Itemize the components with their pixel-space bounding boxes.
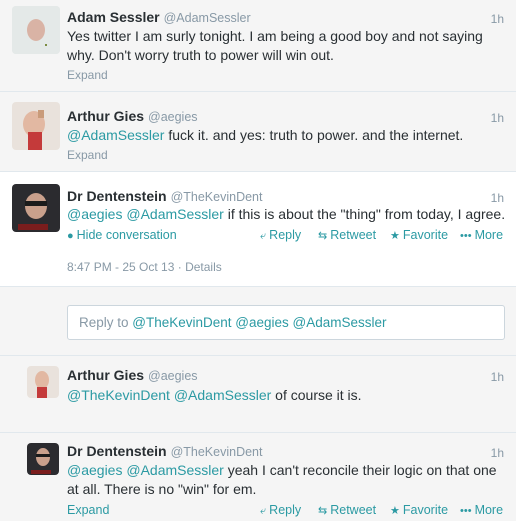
- author-handle[interactable]: @aegies: [148, 369, 198, 383]
- mention-link[interactable]: @aegies: [67, 462, 122, 478]
- ellipsis-icon: •••: [460, 505, 472, 517]
- retweet-icon: ⇆: [318, 505, 328, 517]
- author-name[interactable]: Arthur Gies @aegies: [67, 108, 198, 124]
- expand-link[interactable]: Expand: [67, 68, 108, 82]
- speech-bubble-icon: ●: [67, 230, 74, 242]
- tweet-text: @TheKevinDent @AdamSessler of course it …: [67, 386, 507, 405]
- tweet-text-line: at all. There is no "win" for em.: [67, 481, 257, 497]
- mention-link[interactable]: @AdamSessler: [126, 206, 223, 222]
- reply-prefix: Reply to: [79, 315, 133, 330]
- mention-link[interactable]: @AdamSessler: [174, 387, 271, 403]
- retweet-button[interactable]: ⇆ Retweet: [318, 503, 376, 517]
- tweet-text-body: if this is about the "thing" from today,…: [223, 206, 506, 222]
- reply-mentions: @TheKevinDent @aegies @AdamSessler: [132, 315, 387, 330]
- tweet-2[interactable]: Arthur Gies @aegies 1h @AdamSessler fuck …: [0, 92, 516, 172]
- author-name[interactable]: Adam Sessler @AdamSessler: [67, 9, 251, 25]
- retweet-button[interactable]: ⇆ Retweet: [318, 228, 376, 242]
- reply-button[interactable]: ⤶ Reply: [260, 503, 301, 518]
- tweet-text: @aegies @AdamSessler yeah I can't reconc…: [67, 461, 512, 499]
- reply-button[interactable]: ⤶ Reply: [260, 228, 301, 243]
- retweet-icon: ⇆: [318, 230, 328, 242]
- author-name[interactable]: Dr Dentenstein @TheKevinDent: [67, 188, 262, 204]
- reply-arrow-icon: ⤶: [260, 230, 267, 242]
- avatar-image: [12, 102, 60, 150]
- avatar[interactable]: [27, 366, 59, 398]
- avatar-image: [12, 6, 60, 54]
- tweet-5[interactable]: Dr Dentenstein @TheKevinDent 1h @aegies @…: [0, 433, 516, 521]
- mention-link[interactable]: @TheKevinDent: [67, 387, 170, 403]
- tweet-text-line: why. Don't worry truth to power will win…: [67, 47, 334, 63]
- tweet-time[interactable]: 1h: [491, 191, 504, 205]
- avatar[interactable]: [12, 184, 60, 232]
- favorite-button[interactable]: ★ Favorite: [390, 228, 448, 242]
- author-handle[interactable]: @TheKevinDent: [171, 190, 263, 204]
- author-name[interactable]: Dr Dentenstein @TheKevinDent: [67, 443, 262, 459]
- tweet-time[interactable]: 1h: [491, 111, 504, 125]
- tweet-text-line: @aegies @AdamSessler yeah I can't reconc…: [67, 461, 512, 480]
- timestamp-text[interactable]: 8:47 PM - 25 Oct 13: [67, 260, 174, 274]
- tweet-1[interactable]: Adam Sessler @AdamSessler 1h Yes twitter …: [0, 0, 516, 92]
- avatar[interactable]: [27, 443, 59, 475]
- avatar[interactable]: [12, 102, 60, 150]
- tweet-timestamp: 8:47 PM - 25 Oct 13 · Details: [67, 260, 222, 274]
- expand-link[interactable]: Expand: [67, 503, 109, 517]
- tweet-4[interactable]: Arthur Gies @aegies 1h @TheKevinDent @Ada…: [0, 355, 516, 433]
- avatar-image: [12, 184, 60, 232]
- tweet-text-body: of course it is.: [271, 387, 362, 403]
- tweet-time[interactable]: 1h: [491, 370, 504, 384]
- author-handle[interactable]: @AdamSessler: [164, 11, 251, 25]
- reply-arrow-icon: ⤶: [260, 505, 267, 517]
- reply-input[interactable]: Reply to @TheKevinDent @aegies @AdamSess…: [67, 305, 505, 340]
- tweet-time[interactable]: 1h: [491, 12, 504, 26]
- details-link[interactable]: Details: [185, 260, 222, 274]
- hide-conversation-link[interactable]: ● Hide conversation: [67, 228, 177, 242]
- star-icon: ★: [390, 505, 400, 517]
- author-handle[interactable]: @TheKevinDent: [171, 445, 263, 459]
- tweet-3-expanded[interactable]: Dr Dentenstein @TheKevinDent 1h @aegies @…: [0, 172, 516, 287]
- tweet-text-line: Yes twitter I am surly tonight. I am bei…: [67, 28, 483, 44]
- avatar-image: [27, 366, 59, 398]
- ellipsis-icon: •••: [460, 230, 472, 242]
- author-handle[interactable]: @aegies: [148, 110, 198, 124]
- author-name[interactable]: Arthur Gies @aegies: [67, 367, 198, 383]
- favorite-button[interactable]: ★ Favorite: [390, 503, 448, 517]
- tweet-text-body: fuck it. and yes: truth to power. and th…: [164, 127, 464, 143]
- avatar[interactable]: [12, 6, 60, 54]
- tweet-text: Yes twitter I am surly tonight. I am bei…: [67, 27, 507, 65]
- more-button[interactable]: ••• More: [460, 228, 503, 242]
- avatar-image: [27, 443, 59, 475]
- mention-link[interactable]: @aegies: [67, 206, 122, 222]
- expand-link[interactable]: Expand: [67, 148, 108, 162]
- more-button[interactable]: ••• More: [460, 503, 503, 517]
- tweet-time[interactable]: 1h: [491, 446, 504, 460]
- tweet-text-body: yeah I can't reconcile their logic on th…: [223, 462, 497, 478]
- mention-link[interactable]: @AdamSessler: [126, 462, 223, 478]
- tweet-text: @aegies @AdamSessler if this is about th…: [67, 205, 512, 224]
- tweet-text: @AdamSessler fuck it. and yes: truth to …: [67, 126, 507, 145]
- mention-link[interactable]: @AdamSessler: [67, 127, 164, 143]
- star-icon: ★: [390, 230, 400, 242]
